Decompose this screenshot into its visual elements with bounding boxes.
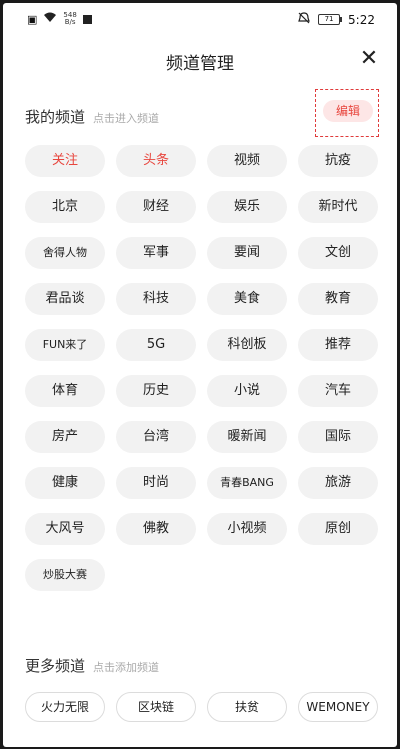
- channel-chip[interactable]: FUN来了: [25, 329, 105, 361]
- channel-chip[interactable]: 大风号: [25, 513, 105, 545]
- battery-icon: 71: [318, 14, 343, 25]
- channel-chip[interactable]: 娱乐: [207, 191, 287, 223]
- channel-chip[interactable]: 历史: [116, 375, 196, 407]
- channel-chip[interactable]: 5G: [116, 329, 196, 361]
- notification-icon: [82, 14, 92, 24]
- channel-chip[interactable]: 炒股大赛: [25, 559, 105, 591]
- more-channel-chip[interactable]: 扶贫: [207, 692, 287, 722]
- channel-chip[interactable]: 美食: [207, 283, 287, 315]
- channel-chip[interactable]: 暖新闻: [207, 421, 287, 453]
- channel-chip[interactable]: 健康: [25, 467, 105, 499]
- network-speed: 548 B/s: [63, 11, 77, 26]
- edit-button[interactable]: 编辑: [323, 100, 373, 122]
- my-channels-hint: 点击进入频道: [93, 112, 160, 125]
- my-channels-header: 我的频道 点击进入频道: [25, 106, 159, 127]
- channel-chip[interactable]: 抗疫: [298, 145, 378, 177]
- channel-chip[interactable]: 房产: [25, 421, 105, 453]
- channel-chip[interactable]: 科创板: [207, 329, 287, 361]
- channel-chip[interactable]: 科技: [116, 283, 196, 315]
- mute-icon: [298, 12, 310, 27]
- more-channel-chip[interactable]: 火力无限: [25, 692, 105, 722]
- channel-chip[interactable]: 新时代: [298, 191, 378, 223]
- nfc-icon: ▣: [27, 12, 38, 26]
- channel-chip[interactable]: 青春BANG: [207, 467, 287, 499]
- channel-chip[interactable]: 财经: [116, 191, 196, 223]
- channel-chip[interactable]: 舍得人物: [25, 237, 105, 269]
- channel-manager-screen: ▣ 548 B/s 71 5:22 频道管理 ✕ 我的频道 点击进入频道 编辑 …: [3, 3, 397, 747]
- channel-chip[interactable]: 北京: [25, 191, 105, 223]
- channel-chip[interactable]: 旅游: [298, 467, 378, 499]
- channel-chip[interactable]: 时尚: [116, 467, 196, 499]
- channel-chip[interactable]: 小视频: [207, 513, 287, 545]
- my-channels-title: 我的频道: [25, 108, 86, 126]
- channel-chip[interactable]: 军事: [116, 237, 196, 269]
- header: 频道管理 ✕: [3, 39, 397, 83]
- more-channels-grid: 火力无限 区块链 扶贫 WEMONEY: [25, 692, 381, 722]
- wifi-icon: [43, 12, 57, 26]
- channel-chip[interactable]: 原创: [298, 513, 378, 545]
- channel-chip[interactable]: 体育: [25, 375, 105, 407]
- more-channel-chip[interactable]: WEMONEY: [298, 692, 378, 722]
- my-channels-grid: 关注 头条 视频 抗疫北京 财经 娱乐 新时代舍得人物 军事 要闻 文创君品谈 科技 美食 教育 FUN来…: [25, 145, 381, 591]
- more-channels-title: 更多频道: [25, 657, 86, 675]
- edit-highlight: 编辑: [315, 89, 379, 137]
- close-icon[interactable]: ✕: [355, 45, 383, 73]
- channel-chip[interactable]: 君品谈: [25, 283, 105, 315]
- channel-chip[interactable]: 要闻: [207, 237, 287, 269]
- channel-chip[interactable]: 推荐: [298, 329, 378, 361]
- channel-chip[interactable]: 头条: [116, 145, 196, 177]
- channel-chip[interactable]: 国际: [298, 421, 378, 453]
- more-channel-chip[interactable]: 区块链: [116, 692, 196, 722]
- channel-chip[interactable]: 台湾: [116, 421, 196, 453]
- channel-chip[interactable]: 文创: [298, 237, 378, 269]
- channel-chip[interactable]: 小说: [207, 375, 287, 407]
- channel-chip[interactable]: 教育: [298, 283, 378, 315]
- more-channels-header: 更多频道 点击添加频道: [25, 655, 159, 676]
- clock: 5:22: [348, 12, 375, 27]
- channel-chip[interactable]: 视频: [207, 145, 287, 177]
- channel-chip[interactable]: 关注: [25, 145, 105, 177]
- status-bar: ▣ 548 B/s 71 5:22: [3, 3, 397, 39]
- channel-chip[interactable]: 汽车: [298, 375, 378, 407]
- more-channels-hint: 点击添加频道: [93, 661, 160, 674]
- channel-chip[interactable]: 佛教: [116, 513, 196, 545]
- page-title: 频道管理: [166, 54, 234, 74]
